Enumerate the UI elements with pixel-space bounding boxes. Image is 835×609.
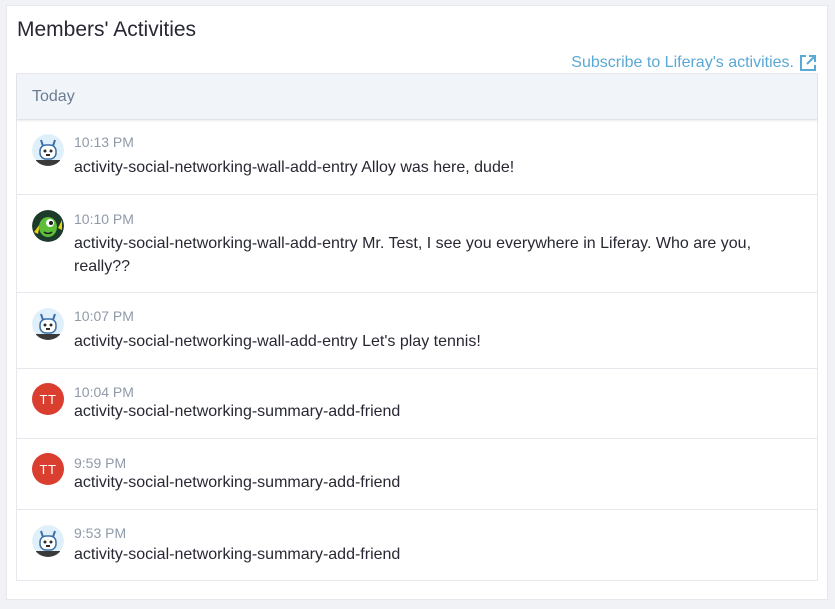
activity-time: 10:07 PM <box>74 308 134 324</box>
subscribe-link[interactable]: Subscribe to Liferay's activities. <box>571 54 817 72</box>
activity-text: activity-social-networking-wall-add-entr… <box>74 159 515 176</box>
list-item: 10:10 PM activity-social-networking-wall… <box>17 195 817 293</box>
robot-avatar[interactable] <box>32 525 64 557</box>
external-link-icon <box>799 54 817 72</box>
activity-time: 10:04 PM <box>74 384 134 400</box>
activity-time: 9:53 PM <box>74 525 127 541</box>
activity-text: activity-social-networking-summary-add-f… <box>74 474 401 491</box>
activity-text: activity-social-networking-wall-add-entr… <box>74 235 752 275</box>
members-activities-portlet: Members' Activities Subscribe to Liferay… <box>6 5 828 600</box>
list-item: 9:53 PM activity-social-networking-summa… <box>17 510 817 580</box>
activity-time: 9:59 PM <box>74 455 127 471</box>
activities-list: Today 10:13 PM activity-social-networkin… <box>16 73 818 581</box>
initials-avatar[interactable]: TT <box>32 383 64 415</box>
alien-avatar[interactable] <box>32 210 64 242</box>
activity-text: activity-social-networking-wall-add-entr… <box>74 333 481 350</box>
activity-time: 10:10 PM <box>74 211 134 227</box>
robot-avatar[interactable] <box>32 134 64 166</box>
list-item: TT 9:59 PM activity-social-networking-su… <box>17 439 817 510</box>
list-item: 10:13 PM activity-social-networking-wall… <box>17 120 817 195</box>
list-item: TT 10:04 PM activity-social-networking-s… <box>17 369 817 439</box>
list-item: 10:07 PM activity-social-networking-wall… <box>17 293 817 369</box>
activity-text: activity-social-networking-summary-add-f… <box>74 546 401 563</box>
activity-text: activity-social-networking-summary-add-f… <box>74 403 401 420</box>
portlet-title: Members' Activities <box>17 18 197 41</box>
robot-avatar[interactable] <box>32 308 64 340</box>
initials-avatar[interactable]: TT <box>32 453 64 485</box>
subscribe-label: Subscribe to Liferay's activities. <box>571 54 794 71</box>
activity-time: 10:13 PM <box>74 134 134 150</box>
list-header-today: Today <box>17 74 817 120</box>
